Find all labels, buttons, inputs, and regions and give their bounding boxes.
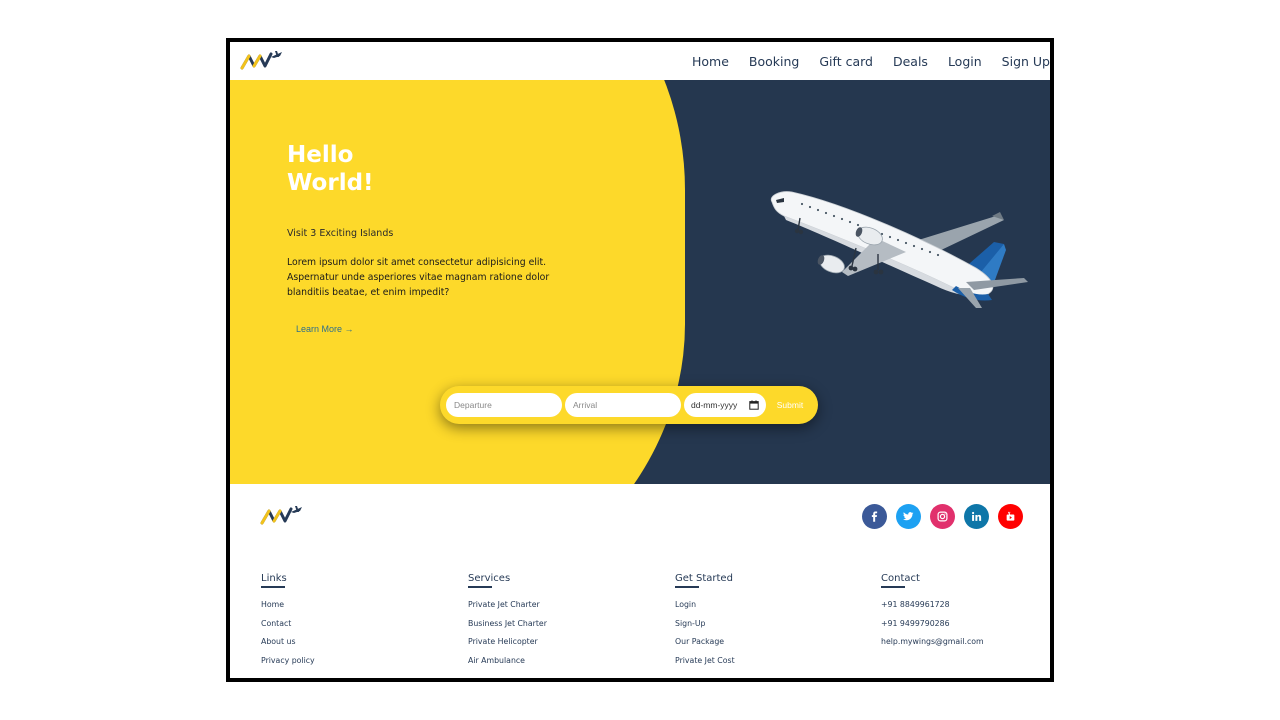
mywings-logo-icon[interactable] <box>260 503 304 527</box>
nav-booking[interactable]: Booking <box>739 54 809 69</box>
contact-email[interactable]: help.mywings@gmail.com <box>881 633 1050 652</box>
header: Home Booking Gift card Deals Login Sign … <box>230 42 1050 80</box>
nav-deals[interactable]: Deals <box>883 54 938 69</box>
social-links <box>862 504 1023 529</box>
footer-link-helicopter[interactable]: Private Helicopter <box>468 633 648 652</box>
title-underline <box>675 586 699 588</box>
youtube-icon[interactable] <box>998 504 1023 529</box>
footer-col-title: Contact <box>881 573 920 584</box>
departure-input[interactable] <box>446 393 562 417</box>
learn-more-link[interactable]: Learn More → <box>296 324 354 334</box>
main-nav: Home Booking Gift card Deals Login Sign … <box>682 42 1050 80</box>
title-underline <box>468 586 492 588</box>
footer-link-home[interactable]: Home <box>261 596 441 615</box>
linkedin-icon[interactable] <box>964 504 989 529</box>
flight-search-bar: dd-mm-yyyy Submit <box>440 386 818 424</box>
footer-link-contact[interactable]: Contact <box>261 615 441 634</box>
hero-section: Hello World! Visit 3 Exciting Islands Lo… <box>230 80 1050 484</box>
submit-button[interactable]: Submit <box>769 393 811 417</box>
hero-title-line1: Hello <box>287 142 354 168</box>
hero-title-line2: World! <box>287 170 374 196</box>
footer-link-privacy[interactable]: Privacy policy <box>261 652 441 671</box>
title-underline <box>261 586 285 588</box>
footer-link-login[interactable]: Login <box>675 596 855 615</box>
hero-description: Lorem ipsum dolor sit amet consectetur a… <box>287 257 550 298</box>
footer-link-business-jet[interactable]: Business Jet Charter <box>468 615 648 634</box>
nav-gift-card[interactable]: Gift card <box>809 54 883 69</box>
facebook-icon[interactable] <box>862 504 887 529</box>
footer-link-about[interactable]: About us <box>261 633 441 652</box>
nav-home[interactable]: Home <box>682 54 739 69</box>
footer-col-title: Services <box>468 573 511 584</box>
footer: Links Home Contact About us Privacy poli… <box>230 484 1050 678</box>
footer-link-private-jet[interactable]: Private Jet Charter <box>468 596 648 615</box>
date-input[interactable]: dd-mm-yyyy <box>684 393 766 417</box>
mywings-logo-icon[interactable] <box>240 48 284 72</box>
date-input-placeholder: dd-mm-yyyy <box>691 400 738 410</box>
footer-col-links: Links Home Contact About us Privacy poli… <box>261 568 441 670</box>
footer-link-package[interactable]: Our Package <box>675 633 855 652</box>
footer-col-title: Links <box>261 573 287 584</box>
footer-link-jet-cost[interactable]: Private Jet Cost <box>675 652 855 671</box>
airplane-image <box>770 191 1028 308</box>
footer-col-contact: Contact +91 8849961728 +91 9499790286 he… <box>881 568 1050 652</box>
nav-login[interactable]: Login <box>938 54 992 69</box>
arrival-input[interactable] <box>565 393 681 417</box>
twitter-icon[interactable] <box>896 504 921 529</box>
title-underline <box>881 586 905 588</box>
contact-phone-2[interactable]: +91 9499790286 <box>881 615 1050 634</box>
hero-subtitle: Visit 3 Exciting Islands <box>287 228 394 239</box>
contact-phone-1[interactable]: +91 8849961728 <box>881 596 1050 615</box>
calendar-icon[interactable] <box>749 400 759 410</box>
footer-col-title: Get Started <box>675 573 733 584</box>
footer-col-services: Services Private Jet Charter Business Je… <box>468 568 648 670</box>
hero-title: Hello World! <box>287 141 487 197</box>
footer-col-get-started: Get Started Login Sign-Up Our Package Pr… <box>675 568 855 670</box>
nav-sign-up[interactable]: Sign Up <box>992 54 1050 69</box>
browser-frame: Home Booking Gift card Deals Login Sign … <box>226 38 1054 682</box>
footer-link-air-ambulance[interactable]: Air Ambulance <box>468 652 648 671</box>
footer-link-sign-up[interactable]: Sign-Up <box>675 615 855 634</box>
instagram-icon[interactable] <box>930 504 955 529</box>
